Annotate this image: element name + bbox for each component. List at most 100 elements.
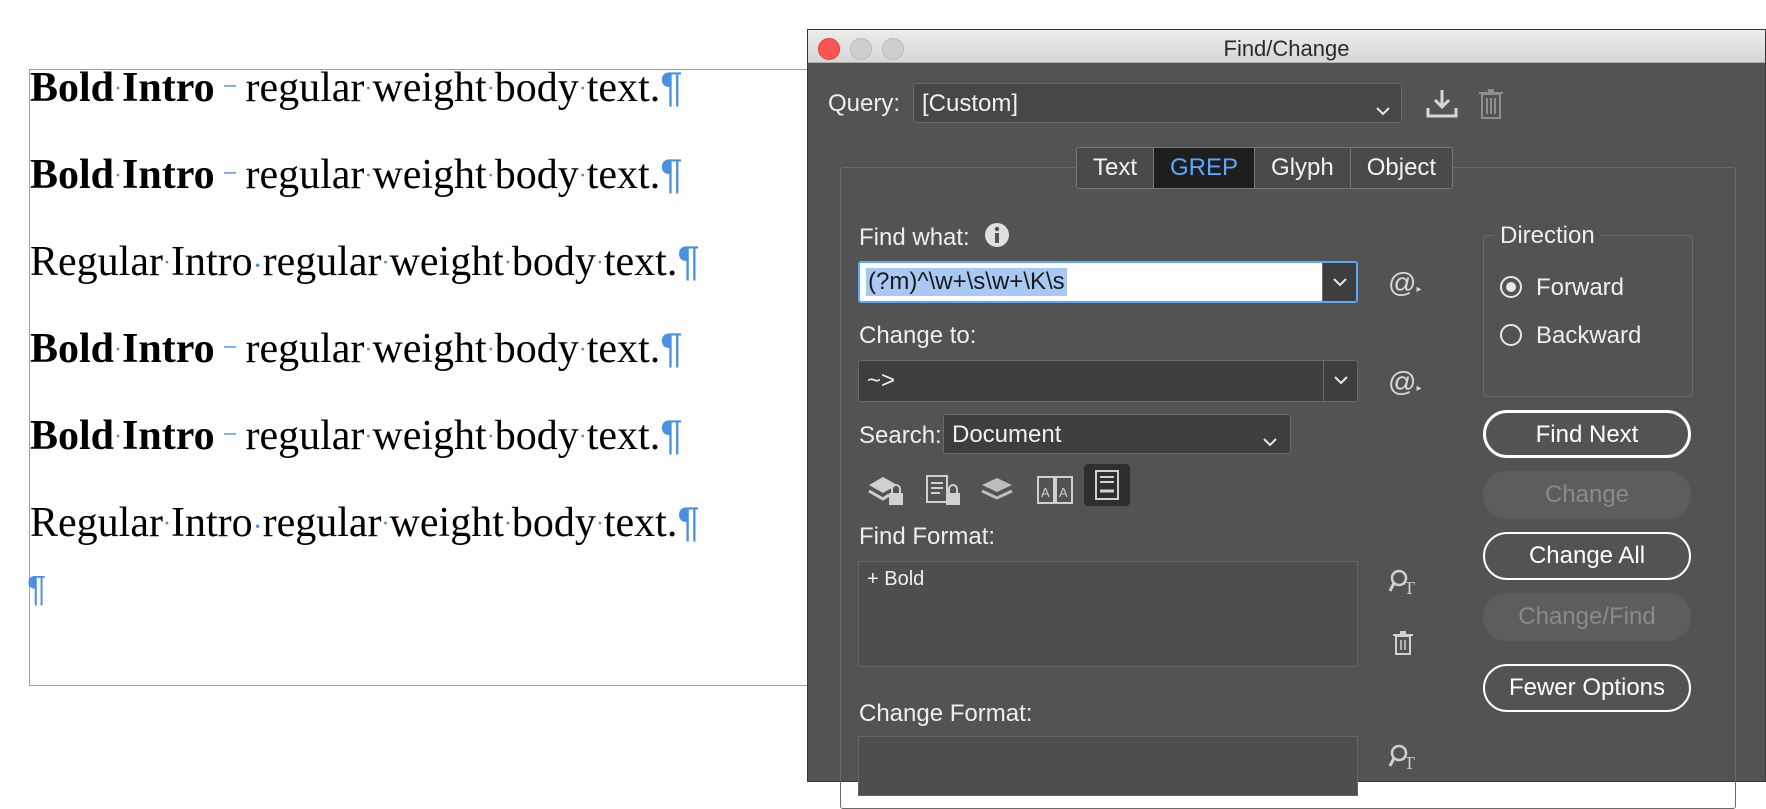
backward-radio[interactable] (1500, 324, 1522, 346)
body-word: body (511, 500, 596, 546)
intro-word: Bold (30, 326, 115, 372)
space-marker: · (381, 250, 390, 277)
intro-word: Intro (170, 239, 253, 285)
paragraph-line[interactable]: Bold·Intro ⁻ regular·weight·body·text.¶ (30, 152, 683, 198)
change-button[interactable]: Change (1483, 471, 1691, 519)
body-word: weight (389, 500, 504, 546)
body-word: regular (245, 152, 365, 198)
body-word: body (494, 65, 579, 111)
empty-paragraph-mark: ¶ (27, 568, 47, 609)
include-footnotes-icon[interactable] (1084, 464, 1130, 506)
intro-word: Bold (30, 65, 115, 111)
search-scope-select[interactable]: Document (943, 414, 1291, 454)
space-marker: · (578, 163, 587, 190)
intro-word: Intro (122, 65, 215, 111)
intro-word: Bold (30, 413, 115, 459)
delete-query-icon[interactable] (1477, 88, 1505, 125)
space-marker: · (578, 337, 587, 364)
change-all-button[interactable]: Change All (1483, 532, 1691, 580)
include-master-pages-icon[interactable]: AA (1036, 473, 1074, 512)
em-space-marker: ⁻ (214, 162, 246, 195)
find-type-tabs: Text GREP Glyph Object (1076, 147, 1454, 189)
specify-find-format-icon[interactable]: T (1388, 567, 1420, 602)
paragraph-mark: ¶ (660, 324, 683, 371)
info-icon[interactable] (984, 222, 1010, 253)
find-what-value: (?m)^\w+\s\w+\K\s (866, 268, 1067, 296)
space-marker: · (578, 424, 587, 451)
tab-object[interactable]: Object (1350, 148, 1453, 188)
paragraph-line[interactable]: Regular·Intro·regular·weight·body·text.¶ (30, 498, 700, 546)
space-marker: · (486, 76, 495, 103)
change-format-settings-box[interactable] (858, 736, 1358, 796)
change-to-history-dropdown[interactable] (1323, 361, 1357, 401)
space-marker: · (364, 337, 373, 364)
paragraph-line[interactable]: Bold·Intro ⁻ regular·weight·body·text.¶ (30, 65, 683, 111)
intro-word: Regular (30, 500, 163, 546)
clear-find-format-icon[interactable] (1392, 630, 1414, 661)
fewer-options-button[interactable]: Fewer Options (1483, 664, 1691, 712)
body-word: weight (389, 239, 504, 285)
intro-word: Intro (122, 413, 215, 459)
body-word: text. (603, 239, 678, 285)
change-to-input[interactable]: ~> (858, 360, 1358, 402)
em-space-marker: ⁻ (214, 336, 246, 369)
special-characters-find-icon[interactable]: @▸ (1388, 267, 1421, 299)
space-marker: · (114, 163, 123, 190)
tab-glyph[interactable]: Glyph (1255, 148, 1351, 188)
body-word: weight (372, 65, 487, 111)
special-characters-change-icon[interactable]: @▸ (1388, 366, 1421, 398)
query-label: Query: (828, 90, 901, 117)
body-word: body (494, 152, 579, 198)
forward-label[interactable]: Forward (1536, 274, 1624, 302)
paragraph-line[interactable]: Bold·Intro ⁻ regular·weight·body·text.¶ (30, 413, 683, 459)
change-to-label: Change to: (859, 322, 977, 349)
find-format-settings-box[interactable]: + Bold (858, 561, 1358, 667)
paragraph-line[interactable]: Bold·Intro ⁻ regular·weight·body·text.¶ (30, 324, 683, 372)
change-find-button[interactable]: Change/Find (1483, 593, 1691, 641)
specify-change-format-icon[interactable]: T (1388, 742, 1420, 777)
space-marker: · (595, 250, 604, 277)
body-word: text. (586, 413, 661, 459)
space-marker: · (486, 337, 495, 364)
backward-label[interactable]: Backward (1536, 322, 1641, 350)
include-locked-layers-icon[interactable] (867, 473, 905, 512)
find-what-input[interactable]: (?m)^\w+\s\w+\K\s (858, 261, 1358, 303)
find-format-label: Find Format: (859, 523, 996, 550)
space-marker: · (486, 424, 495, 451)
svg-text:T: T (1404, 753, 1415, 772)
paragraph-mark: ¶ (677, 498, 700, 545)
space-marker: · (595, 511, 604, 538)
chevron-down-icon (1333, 376, 1348, 385)
find-what-history-dropdown[interactable] (1322, 263, 1356, 301)
space-marker: · (578, 76, 587, 103)
find-change-dialog: Find/Change Query: [Custom] Text GREP Gl… (807, 29, 1766, 809)
chevron-down-icon (1375, 96, 1391, 124)
save-query-icon[interactable] (1425, 88, 1459, 125)
tab-text[interactable]: Text (1077, 148, 1155, 188)
paragraph-mark: ¶ (677, 237, 700, 284)
intro-word: Regular (30, 239, 163, 285)
forward-radio[interactable] (1500, 276, 1522, 298)
direction-legend: Direction (1494, 222, 1601, 250)
include-hidden-layers-icon[interactable] (980, 475, 1014, 510)
include-locked-stories-icon[interactable] (924, 473, 962, 512)
svg-text:A: A (1059, 485, 1068, 500)
body-word: body (494, 413, 579, 459)
intro-word: Intro (122, 152, 215, 198)
em-space-marker: ⁻ (214, 75, 246, 108)
change-format-label: Change Format: (859, 700, 1033, 727)
paragraph-line[interactable]: Regular·Intro·regular·weight·body·text.¶ (30, 237, 700, 285)
space-marker: · (114, 337, 123, 364)
space-marker: · (364, 76, 373, 103)
svg-text:A: A (1041, 485, 1050, 500)
chevron-down-icon (1332, 278, 1347, 287)
space-marker: · (503, 250, 512, 277)
find-next-button[interactable]: Find Next (1483, 410, 1691, 458)
body-word: weight (372, 413, 487, 459)
space-marker: · (252, 249, 263, 282)
tab-grep[interactable]: GREP (1154, 148, 1256, 188)
space-marker: · (364, 424, 373, 451)
space-marker: · (503, 511, 512, 538)
query-select[interactable]: [Custom] (913, 83, 1402, 123)
body-word: text. (586, 152, 661, 198)
